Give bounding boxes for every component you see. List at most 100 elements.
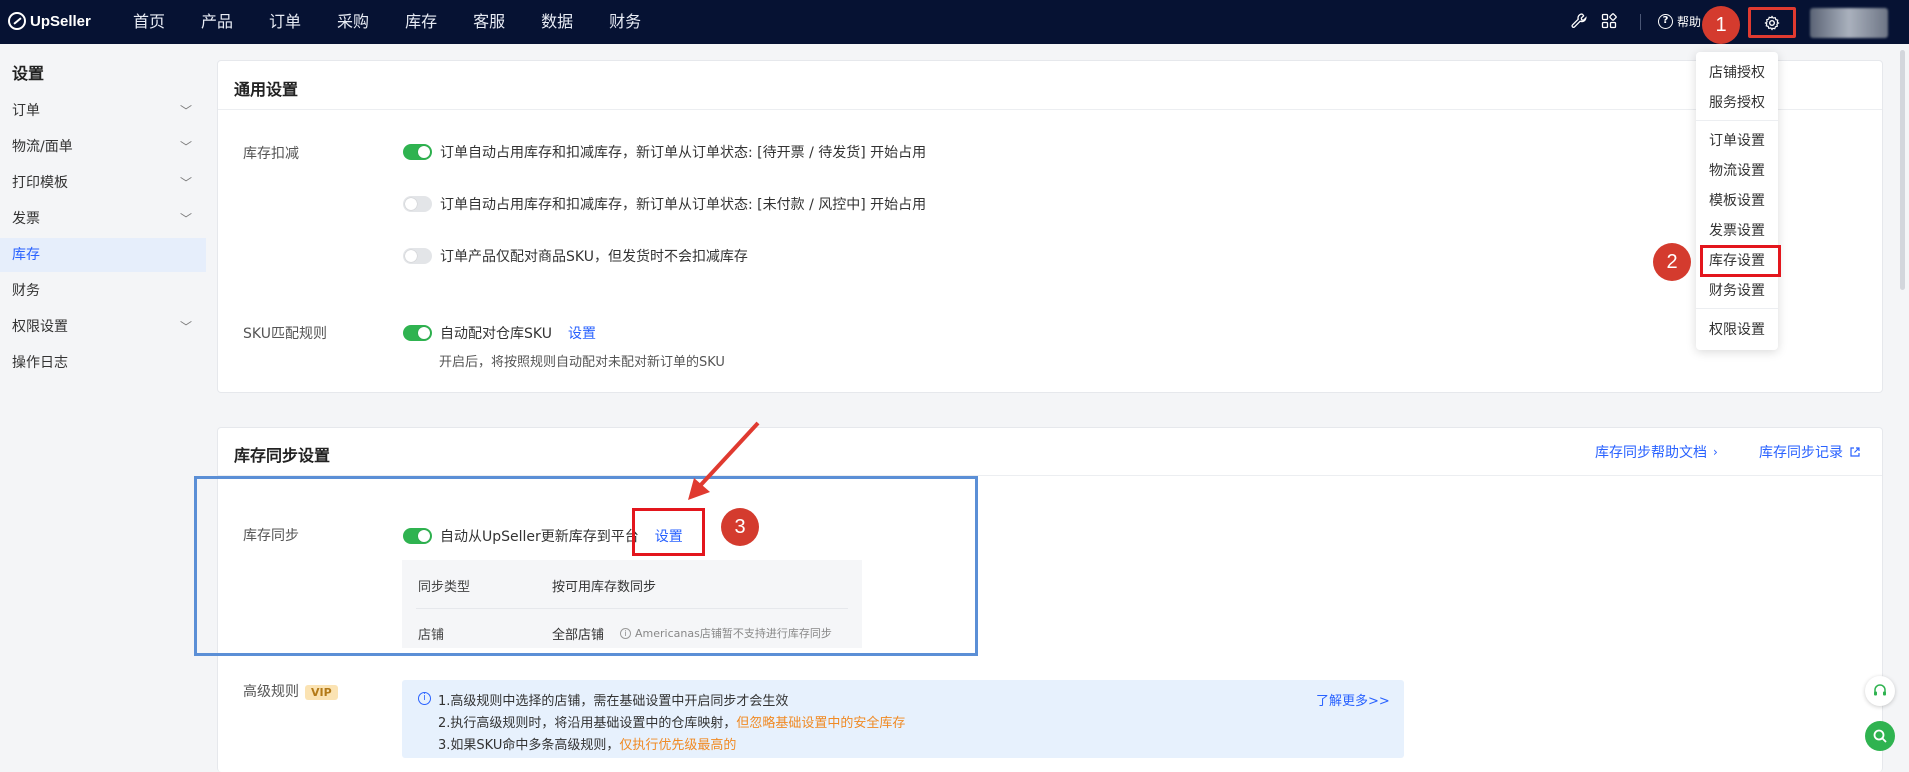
advanced-rules-text: 高级规则: [243, 684, 299, 700]
sidebar-item-invoice[interactable]: 发票 ﹀: [0, 202, 206, 236]
help-menu[interactable]: ? 帮助: [1658, 13, 1701, 30]
external-link-icon: [1850, 447, 1860, 457]
sync-record-link[interactable]: 库存同步记录: [1759, 442, 1861, 462]
info-line-3: 3.如果SKU命中多条高级规则，仅执行优先级最高的: [438, 734, 736, 753]
menu-item-template-settings[interactable]: 模板设置: [1696, 190, 1778, 210]
chevron-right-icon: ›: [1713, 445, 1718, 459]
sync-help-doc-link[interactable]: 库存同步帮助文档 ›: [1595, 442, 1718, 462]
sku-rule-label: SKU匹配规则: [243, 326, 327, 342]
step-badge-2: 2: [1653, 243, 1691, 281]
search-icon: [1873, 729, 1887, 743]
sidebar-item-orders[interactable]: 订单 ﹀: [0, 94, 206, 128]
learn-more-link[interactable]: 了解更多>>: [1316, 690, 1390, 709]
nav-item-orders[interactable]: 订单: [251, 0, 319, 44]
sidebar-item-print-templates[interactable]: 打印模板 ﹀: [0, 166, 206, 200]
menu-item-invoice-settings[interactable]: 发票设置: [1696, 220, 1778, 240]
deduct-option-1-text: 订单自动占用库存和扣减库存，新订单从订单状态: [待开票 / 待发货] 开始占用: [440, 145, 927, 161]
menu-item-order-settings[interactable]: 订单设置: [1696, 130, 1778, 150]
settings-button[interactable]: [1748, 7, 1796, 38]
info-line-2: 2.执行高级规则时，将沿用基础设置中的仓库映射，但忽略基础设置中的安全库存: [438, 712, 905, 731]
inventory-settings-highlight: [1700, 245, 1781, 277]
nav-item-finance[interactable]: 财务: [591, 0, 659, 44]
deduct-option-2-text: 订单自动占用库存和扣减库存，新订单从订单状态: [未付款 / 风控中] 开始占用: [440, 197, 927, 213]
sidebar-item-finance[interactable]: 财务: [0, 274, 206, 308]
sku-rule-toggle[interactable]: [403, 325, 432, 341]
sidebar-item-permissions[interactable]: 权限设置 ﹀: [0, 310, 206, 344]
sku-rule-text: 自动配对仓库SKU: [440, 326, 552, 342]
menu-item-service-auth[interactable]: 服务授权: [1696, 92, 1778, 112]
menu-item-store-auth[interactable]: 店铺授权: [1696, 62, 1778, 82]
info-line-2-text: 2.执行高级规则时，将沿用基础设置中的仓库映射，: [438, 716, 737, 731]
help-icon: ?: [1658, 14, 1673, 29]
wrench-icon[interactable]: [1570, 13, 1588, 31]
menu-divider: [1696, 120, 1778, 121]
headset-icon: [1874, 684, 1886, 696]
top-nav-bar: UpSeller 首页 产品 订单 采购 库存 客服 数据 财务 ? 帮助: [0, 0, 1909, 44]
sidebar-item-label: 发票: [12, 211, 40, 227]
info-icon: i: [418, 692, 431, 705]
deduct-option-2: 订单自动占用库存和扣减库存，新订单从订单状态: [未付款 / 风控中] 开始占用: [403, 194, 926, 214]
general-settings-card: 通用设置 库存扣减 订单自动占用库存和扣减库存，新订单从订单状态: [待开票 /…: [217, 60, 1883, 393]
sku-rule-settings-link[interactable]: 设置: [568, 323, 596, 343]
upseller-logo-icon: [8, 12, 26, 30]
settings-dropdown-menu: 店铺授权 服务授权 订单设置 物流设置 模板设置 发票设置 库存设置 财务设置 …: [1696, 52, 1778, 350]
help-label: 帮助: [1677, 15, 1702, 29]
sidebar-item-label: 财务: [12, 283, 40, 299]
step-badge-3: 3: [721, 508, 759, 546]
settings-link-highlight-frame: [632, 508, 705, 556]
vip-badge: VIP: [305, 685, 338, 700]
user-avatar[interactable]: [1810, 8, 1888, 38]
settings-sidebar: 设置 订单 ﹀ 物流/面单 ﹀ 打印模板 ﹀ 发票 ﹀ 库存 财务 权限设置 ﹀…: [0, 44, 206, 772]
stock-sync-title: 库存同步设置: [234, 446, 331, 465]
sidebar-title: 设置: [12, 64, 45, 83]
sync-help-doc-text: 库存同步帮助文档: [1595, 445, 1707, 461]
general-settings-title: 通用设置: [234, 80, 299, 99]
chevron-down-icon: ﹀: [179, 320, 192, 334]
sidebar-item-label: 打印模板: [12, 175, 68, 191]
menu-item-logistics-settings[interactable]: 物流设置: [1696, 160, 1778, 180]
nav-item-products[interactable]: 产品: [183, 0, 251, 44]
menu-item-permission-settings[interactable]: 权限设置: [1696, 319, 1778, 339]
sidebar-item-operation-log[interactable]: 操作日志: [0, 346, 206, 380]
search-float-button[interactable]: [1865, 721, 1895, 751]
advanced-rules-label: 高级规则 VIP: [243, 681, 338, 701]
info-line-1: 1.高级规则中选择的店铺，需在基础设置中开启同步才会生效: [438, 694, 789, 709]
customer-service-button[interactable]: [1865, 676, 1895, 706]
info-line-3-text: 3.如果SKU命中多条高级规则，: [438, 738, 620, 753]
sidebar-item-label: 权限设置: [12, 319, 68, 335]
stock-sync-highlight-frame: [194, 476, 978, 656]
main-nav: 首页 产品 订单 采购 库存 客服 数据 财务: [115, 0, 659, 44]
nav-item-service[interactable]: 客服: [455, 0, 523, 44]
menu-divider: [1696, 308, 1778, 309]
apps-grid-icon[interactable]: [1600, 13, 1618, 31]
annotation-arrow-icon: [688, 421, 760, 500]
nav-item-inventory[interactable]: 库存: [387, 0, 455, 44]
chevron-down-icon: ﹀: [179, 140, 192, 154]
sidebar-item-label: 操作日志: [12, 355, 68, 371]
brand-logo[interactable]: UpSeller: [8, 12, 91, 30]
sync-record-text: 库存同步记录: [1759, 445, 1843, 461]
deduct-option-2-toggle[interactable]: [403, 196, 432, 212]
deduct-option-3-text: 订单产品仅配对商品SKU，但发货时不会扣减库存: [440, 249, 748, 265]
gear-icon: [1764, 14, 1780, 31]
sidebar-item-inventory[interactable]: 库存: [0, 238, 206, 272]
page-scrollbar[interactable]: [1900, 50, 1905, 290]
chevron-down-icon: ﹀: [179, 212, 192, 226]
brand-name: UpSeller: [30, 12, 91, 30]
sidebar-item-logistics[interactable]: 物流/面单 ﹀: [0, 130, 206, 164]
deduct-option-1: 订单自动占用库存和扣减库存，新订单从订单状态: [待开票 / 待发货] 开始占用: [403, 142, 926, 162]
nav-item-home[interactable]: 首页: [115, 0, 183, 44]
chevron-down-icon: ﹀: [179, 104, 192, 118]
deduct-option-1-toggle[interactable]: [403, 144, 432, 160]
menu-item-finance-settings[interactable]: 财务设置: [1696, 280, 1778, 300]
deduct-option-3: 订单产品仅配对商品SKU，但发货时不会扣减库存: [403, 246, 748, 266]
deduct-option-3-toggle[interactable]: [403, 248, 432, 264]
info-line-3-highlight: 仅执行优先级最高的: [619, 738, 737, 753]
stock-deduct-label: 库存扣减: [243, 146, 299, 162]
toolbar-divider: [1640, 14, 1641, 30]
nav-item-purchase[interactable]: 采购: [319, 0, 387, 44]
sku-rule-note: 开启后，将按照规则自动配对未配对新订单的SKU: [439, 355, 725, 370]
nav-item-data[interactable]: 数据: [523, 0, 591, 44]
chevron-down-icon: ﹀: [179, 176, 192, 190]
sidebar-item-label: 物流/面单: [12, 139, 73, 155]
